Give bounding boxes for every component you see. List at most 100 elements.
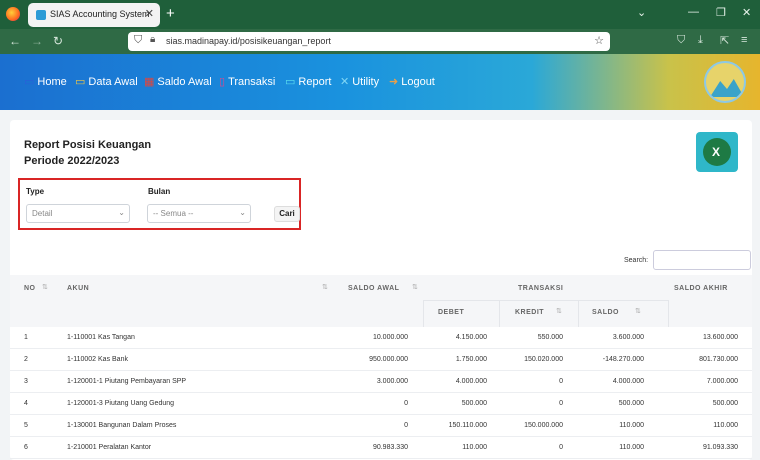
chevron-down-icon: ⌄	[118, 208, 125, 217]
tab-close-icon[interactable]: ✕	[145, 7, 154, 20]
shield-icon[interactable]: ⛉	[134, 34, 142, 47]
extensions-icon[interactable]: ⇱	[720, 34, 729, 47]
th-no[interactable]: NO	[24, 285, 36, 292]
cell-saldo-akhir: 7.000.000	[706, 378, 738, 385]
browser-tab[interactable]: SIAS Accounting System ✕	[28, 3, 160, 27]
pocket-icon[interactable]: ⛉	[677, 34, 685, 47]
report-period: Periode 2022/2023	[24, 155, 120, 167]
back-icon[interactable]: ←	[9, 34, 21, 48]
cell-saldo: 500.000	[618, 400, 644, 407]
cell-akun: 1-130001 Bangunan Dalam Proses	[67, 422, 177, 429]
type-label: Type	[26, 187, 45, 196]
app-header: ▭ Home ▭ Data Awal ▦ Saldo Awal ▯ Transa…	[0, 54, 760, 110]
school-logo	[704, 61, 746, 103]
url-text[interactable]: sias.madinapay.id/posisikeuangan_report	[166, 36, 331, 46]
calendar-icon: ▦	[144, 76, 155, 88]
table-row: 6 1-210001 Peralatan Kantor 90.983.330 110.…	[10, 437, 752, 459]
menu-data-awal[interactable]: ▭ Data Awal	[75, 75, 138, 89]
th-saldo-akhir[interactable]: SALDO AKHIR	[674, 285, 728, 292]
table-row: 5 1-130001 Bangunan Dalam Proses 0 150.110.…	[10, 415, 752, 437]
menu-logout[interactable]: ➜ Logout	[389, 75, 435, 89]
restore-icon[interactable]: ❐	[716, 6, 726, 19]
th-transaksi: TRANSAKSI	[518, 285, 564, 292]
cell-debet: 500.000	[461, 400, 487, 407]
cell-debet: 1.750.000	[455, 356, 487, 363]
report-title-block: Report Posisi Keuangan Periode 2022/2023	[24, 137, 151, 169]
cell-no: 2	[24, 356, 28, 363]
th-akun[interactable]: AKUN	[67, 285, 89, 292]
menu-home-label: Home	[37, 75, 67, 88]
cell-debet: 4.150.000	[455, 334, 487, 341]
cell-debet: 150.110.000	[448, 422, 487, 429]
report-icon: ▭	[285, 76, 296, 88]
firefox-icon[interactable]	[6, 7, 20, 21]
cell-saldo-akhir: 110.000	[713, 422, 738, 429]
sort-icon[interactable]: ⇅	[412, 283, 418, 291]
cell-saldo-awal: 90.983.330	[372, 444, 408, 451]
table-row: 2 1-110002 Kas Bank 950.000.000 1.750.000 15…	[10, 349, 752, 371]
type-select-value: Detail	[32, 209, 53, 218]
menu-saldo-awal[interactable]: ▦ Saldo Awal	[144, 75, 212, 89]
cell-saldo-awal: 0	[404, 400, 408, 407]
report-title: Report Posisi Keuangan	[24, 139, 152, 151]
cell-debet: 4.000.000	[455, 378, 487, 385]
cell-no: 4	[24, 400, 28, 407]
cell-saldo-akhir: 801.730.000	[699, 356, 738, 363]
browser-toolbar: ← → ↻ ⛉ 🔒︎ sias.madinapay.id/posisikeuan…	[0, 29, 760, 54]
menu-utility-label: Utility	[352, 75, 380, 88]
lock-icon[interactable]: 🔒︎	[150, 34, 155, 45]
table-row: 1 1-110001 Kas Tangan 10.000.000 4.150.000 5…	[10, 327, 752, 349]
cell-saldo: 4.000.000	[612, 378, 644, 385]
sort-icon[interactable]: ⇅	[322, 283, 328, 291]
browser-tab-bar: SIAS Accounting System ✕ + ⌄ — ❐ ✕	[0, 0, 760, 29]
cell-kredit: 550.000	[537, 334, 563, 341]
table-header: NO ⇅ AKUN ⇅ SALDO AWAL ⇅ TRANSAKSI DEBET…	[10, 275, 752, 327]
cell-akun: 1-110002 Kas Bank	[67, 356, 128, 363]
export-excel-button[interactable]: X	[696, 132, 738, 172]
download-icon[interactable]: ⤓	[698, 34, 703, 47]
menu-hamburger-icon[interactable]: ≡	[741, 34, 747, 46]
minimize-icon[interactable]: —	[688, 6, 699, 18]
th-saldo-awal[interactable]: SALDO AWAL	[348, 285, 399, 292]
menu-transaksi[interactable]: ▯ Transaksi	[219, 75, 275, 89]
search-button[interactable]: Cari	[274, 206, 300, 222]
cell-saldo-awal: 0	[404, 422, 408, 429]
table-row: 4 1-120001-3 Piutang Uang Gedung 0 500.000 0…	[10, 393, 752, 415]
menu-report[interactable]: ▭ Report	[285, 75, 331, 89]
cell-no: 6	[24, 444, 28, 451]
menu-logout-label: Logout	[401, 75, 435, 88]
month-label: Bulan	[148, 187, 171, 196]
tab-favicon-icon	[36, 10, 46, 20]
menu-data-awal-label: Data Awal	[88, 75, 138, 88]
menu-utility[interactable]: ✕ Utility	[340, 75, 380, 89]
sort-icon[interactable]: ⇅	[42, 283, 48, 291]
table-search-input[interactable]	[653, 250, 751, 270]
cell-kredit: 150.000.000	[524, 422, 563, 429]
th-kredit[interactable]: KREDIT	[515, 309, 544, 316]
cell-saldo: 110.000	[619, 444, 644, 451]
close-window-icon[interactable]: ✕	[742, 6, 751, 19]
cell-akun: 1-110001 Kas Tangan	[67, 334, 135, 341]
cell-akun: 1-120001-1 Piutang Pembayaran SPP	[67, 378, 187, 385]
file-icon: ▯	[219, 76, 226, 88]
home-icon: ▭	[24, 76, 35, 88]
reload-icon[interactable]: ↻	[53, 34, 63, 48]
month-select[interactable]: -- Semua -- ⌄	[147, 204, 251, 223]
report-card: Report Posisi Keuangan Periode 2022/2023…	[10, 120, 752, 460]
bookmark-star-icon[interactable]: ☆	[594, 34, 604, 47]
sort-icon[interactable]: ⇅	[635, 307, 641, 315]
cell-saldo: 110.000	[619, 422, 644, 429]
th-saldo[interactable]: SALDO	[592, 309, 619, 316]
forward-icon[interactable]: →	[31, 34, 43, 48]
th-debet[interactable]: DEBET	[438, 309, 464, 316]
tab-title: SIAS Accounting System	[50, 9, 150, 19]
cell-saldo: 3.600.000	[612, 334, 644, 341]
excel-icon: X	[703, 138, 731, 166]
cell-akun: 1-120001-3 Piutang Uang Gedung	[67, 400, 175, 407]
menu-home[interactable]: ▭ Home	[24, 75, 67, 89]
tab-list-chevron-icon[interactable]: ⌄	[637, 6, 646, 19]
type-select[interactable]: Detail ⌄	[26, 204, 130, 223]
address-bar[interactable]: ⛉ 🔒︎ sias.madinapay.id/posisikeuangan_re…	[128, 32, 610, 51]
sort-icon[interactable]: ⇅	[556, 307, 562, 315]
new-tab-icon[interactable]: +	[166, 5, 175, 22]
